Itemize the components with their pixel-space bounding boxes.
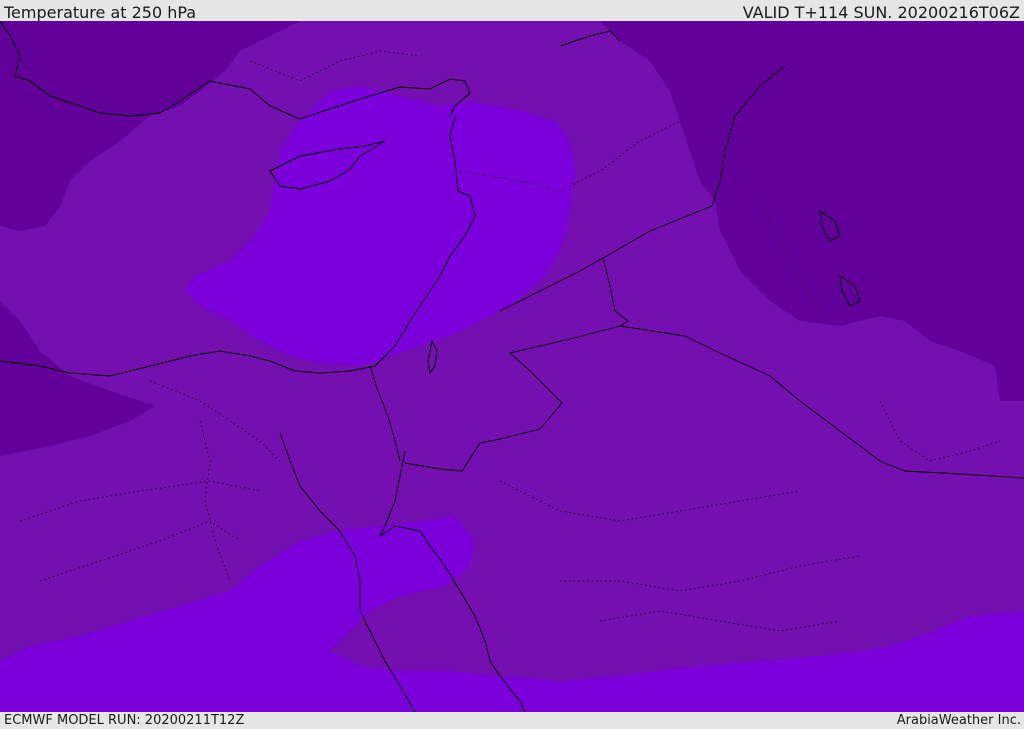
map-title: Temperature at 250 hPa [4, 3, 197, 22]
model-run: ECMWF MODEL RUN: 20200211T12Z [4, 713, 245, 728]
valid-time: VALID T+114 SUN. 20200216T06Z [742, 3, 1020, 22]
footer-bar: ECMWF MODEL RUN: 20200211T12Z ArabiaWeat… [0, 712, 1024, 729]
header-bar: Temperature at 250 hPa VALID T+114 SUN. … [0, 0, 1024, 21]
map-canvas [0, 21, 1024, 712]
credit-text: ArabiaWeather Inc. [896, 713, 1021, 728]
weather-map[interactable] [0, 21, 1024, 712]
